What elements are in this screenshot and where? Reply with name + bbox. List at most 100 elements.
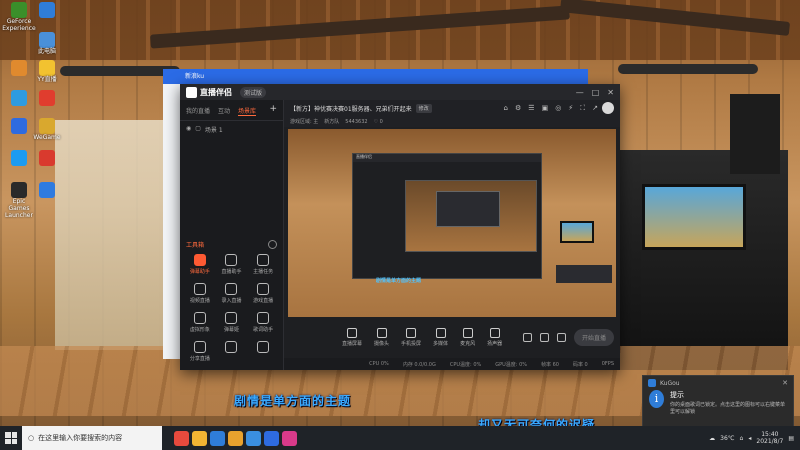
start-live-button[interactable]: 开始直播 xyxy=(573,328,614,346)
app-icon xyxy=(11,2,27,18)
desktop-icon-label: GeForce Experience xyxy=(2,18,36,32)
desktop-icon[interactable] xyxy=(30,182,64,199)
room-toolbar-icon[interactable]: ⚙ xyxy=(515,104,521,113)
room-toolbar-icon[interactable]: ⚡ xyxy=(568,104,573,113)
tool-item[interactable]: 录入直播 xyxy=(216,283,248,304)
tool-label: 录入直播 xyxy=(221,298,242,304)
app-brand: 直播伴侣 xyxy=(186,86,232,98)
status-item: 码率 0 xyxy=(572,361,588,368)
taskbar-app-icon[interactable] xyxy=(210,430,225,446)
toolbox-settings-icon[interactable] xyxy=(268,240,277,249)
room-toolbar-icon[interactable]: ↗ xyxy=(592,104,598,113)
source-label: 扬声器 xyxy=(487,340,503,347)
tab-scene-library[interactable]: 场景库 xyxy=(238,106,257,116)
taskbar-app-icon[interactable] xyxy=(264,430,279,446)
desktop-icon-label: WeGame xyxy=(33,134,61,141)
tool-item[interactable]: 直播助手 xyxy=(216,254,248,275)
app-titlebar[interactable]: 直播伴侣 测试版 — □ ✕ xyxy=(180,84,620,100)
toast-title: 提示 xyxy=(670,391,685,399)
toolbox-grid: 弹幕助手 直播助手 主播任务视频直播 录入直播 游戏直播虚拟形象 弹幕姬 歌词助手分享直播 xyxy=(184,254,279,362)
tool-item[interactable]: 弹幕姬 xyxy=(216,312,248,333)
app-icon xyxy=(11,90,27,106)
source-button[interactable]: 手机投屏 xyxy=(401,327,421,347)
source-icon xyxy=(347,327,357,338)
preview-caption: 剧情是单方面的主题 xyxy=(376,278,422,284)
taskbar-app-icon[interactable] xyxy=(246,430,261,446)
taskbar-apps xyxy=(174,430,297,446)
tool-item[interactable] xyxy=(247,341,279,362)
notification-toast[interactable]: KuGou ✕ i 提示 你的桌面歌词已锁定。点击这里的图标可以右键菜单里可以解… xyxy=(642,375,794,427)
network-icon[interactable]: ⌂ xyxy=(740,435,744,442)
edit-room-button[interactable]: 修改 xyxy=(415,103,432,113)
source-button[interactable]: 摄像头 xyxy=(374,327,389,347)
taskbar-search[interactable]: ○ 在这里输入你要搜索的内容 xyxy=(22,426,162,450)
start-button[interactable] xyxy=(0,426,22,450)
desktop-icon[interactable]: YY直播 xyxy=(30,60,64,84)
desktop-icon[interactable] xyxy=(30,2,64,19)
taskbar-app-icon[interactable] xyxy=(174,430,189,446)
windows-logo-icon xyxy=(5,432,17,444)
tab-interact[interactable]: 互动 xyxy=(218,106,230,116)
tool-item[interactable]: 游戏直播 xyxy=(247,283,279,304)
tool-item[interactable]: 虚拟形象 xyxy=(184,312,216,333)
source-button[interactable]: 麦克风 xyxy=(460,327,475,347)
source-button[interactable]: 多媒体 xyxy=(433,327,449,347)
sidebar-tabs: 我的直播 互动 场景库 + xyxy=(180,100,283,121)
preview-recursive-window: 直播伴侣 xyxy=(352,153,542,279)
close-button[interactable]: ✕ xyxy=(607,88,614,97)
desktop-icon[interactable]: WeGame xyxy=(30,118,64,142)
volume-icon[interactable]: ◂ xyxy=(748,435,751,442)
tool-item[interactable]: 视频直播 xyxy=(184,283,216,304)
tool-icon xyxy=(193,312,206,324)
minimize-button[interactable]: — xyxy=(576,88,584,97)
taskbar-app-icon[interactable] xyxy=(228,430,243,446)
preview-recursive-screen xyxy=(405,180,537,252)
tool-icon xyxy=(257,254,270,266)
tab-my-live[interactable]: 我的直播 xyxy=(186,106,210,116)
weather-icon[interactable]: ☁ xyxy=(709,435,715,442)
status-item: 帧率 60 xyxy=(541,361,559,368)
lock-icon[interactable]: ▢ xyxy=(195,125,201,134)
room-toolbar-icon[interactable]: ◎ xyxy=(555,104,561,113)
live-preview[interactable]: 直播伴侣 剧情是单方面的主题 xyxy=(288,129,616,317)
maximize-button[interactable]: □ xyxy=(592,88,600,97)
add-scene-icon[interactable]: + xyxy=(269,105,277,116)
record-icon[interactable] xyxy=(522,332,532,342)
room-toolbar-icon[interactable]: ⌂ xyxy=(504,104,508,113)
system-tray: ☁ 36℃ ⌂ ◂ 15:40 2021/8/7 ▤ xyxy=(709,431,800,445)
tool-icon xyxy=(225,254,238,266)
room-likes: ♡ 0 xyxy=(373,118,383,125)
scene-row[interactable]: ◉ ▢ 场景 1 xyxy=(180,121,283,138)
tool-item[interactable]: 弹幕助手 xyxy=(184,254,216,275)
taskbar-app-icon[interactable] xyxy=(282,430,297,446)
scene-label: 场景 1 xyxy=(204,127,223,134)
source-label: 多媒体 xyxy=(433,340,449,347)
app-icon xyxy=(11,60,27,76)
taskbar-app-icon[interactable] xyxy=(192,430,207,446)
room-toolbar-icon[interactable]: ▣ xyxy=(542,104,549,113)
tool-item[interactable]: 分享直播 xyxy=(184,341,216,362)
toast-message: 你的桌面歌词已锁定。点击这里的图标可以右键菜单里可以解锁 xyxy=(670,402,786,415)
avatar[interactable] xyxy=(602,102,614,114)
source-icon xyxy=(376,327,387,338)
notification-center-icon[interactable]: ▤ xyxy=(788,435,794,442)
gear-icon[interactable] xyxy=(556,332,566,342)
clock[interactable]: 15:40 2021/8/7 xyxy=(756,431,783,445)
room-toolbar-icon[interactable]: ⛶ xyxy=(580,104,585,113)
desktop-icon[interactable]: 此电脑 xyxy=(30,32,64,56)
tool-item[interactable]: 歌词助手 xyxy=(247,312,279,333)
tool-label: 虚拟形象 xyxy=(189,327,210,333)
eye-icon[interactable]: ◉ xyxy=(186,125,191,134)
settings-icon[interactable] xyxy=(539,332,549,342)
desktop-icon[interactable] xyxy=(30,150,64,167)
streaming-app-window[interactable]: 直播伴侣 测试版 — □ ✕ 我的直播 互动 场景库 + ◉ ▢ 场景 1 工具… xyxy=(180,84,620,370)
room-toolbar-icon[interactable]: ☰ xyxy=(528,104,534,113)
source-button[interactable]: 直播屏幕 xyxy=(342,327,362,347)
tool-item[interactable] xyxy=(216,341,248,362)
desktop-icon-label: 此电脑 xyxy=(37,48,56,55)
desktop-icon[interactable] xyxy=(30,90,64,107)
source-button[interactable]: 扬声器 xyxy=(487,327,503,347)
tool-item[interactable]: 主播任务 xyxy=(247,254,279,275)
toast-close-icon[interactable]: ✕ xyxy=(782,379,788,387)
clock-date: 2021/8/7 xyxy=(756,438,784,445)
